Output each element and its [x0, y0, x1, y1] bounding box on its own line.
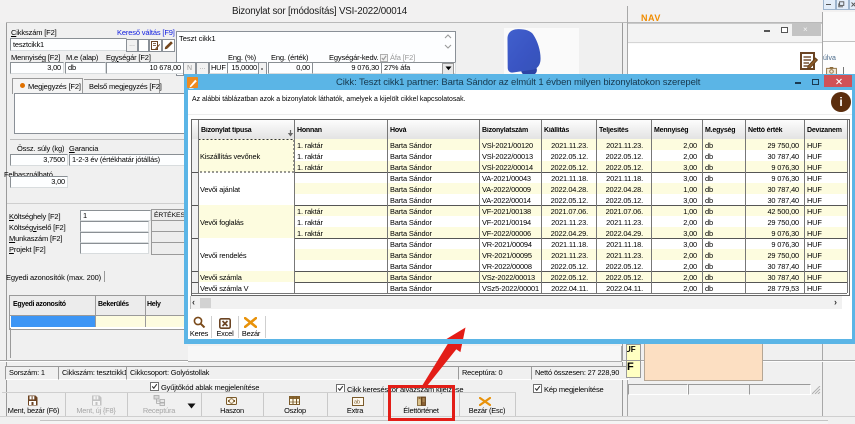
svg-text:ab: ab [354, 400, 360, 406]
